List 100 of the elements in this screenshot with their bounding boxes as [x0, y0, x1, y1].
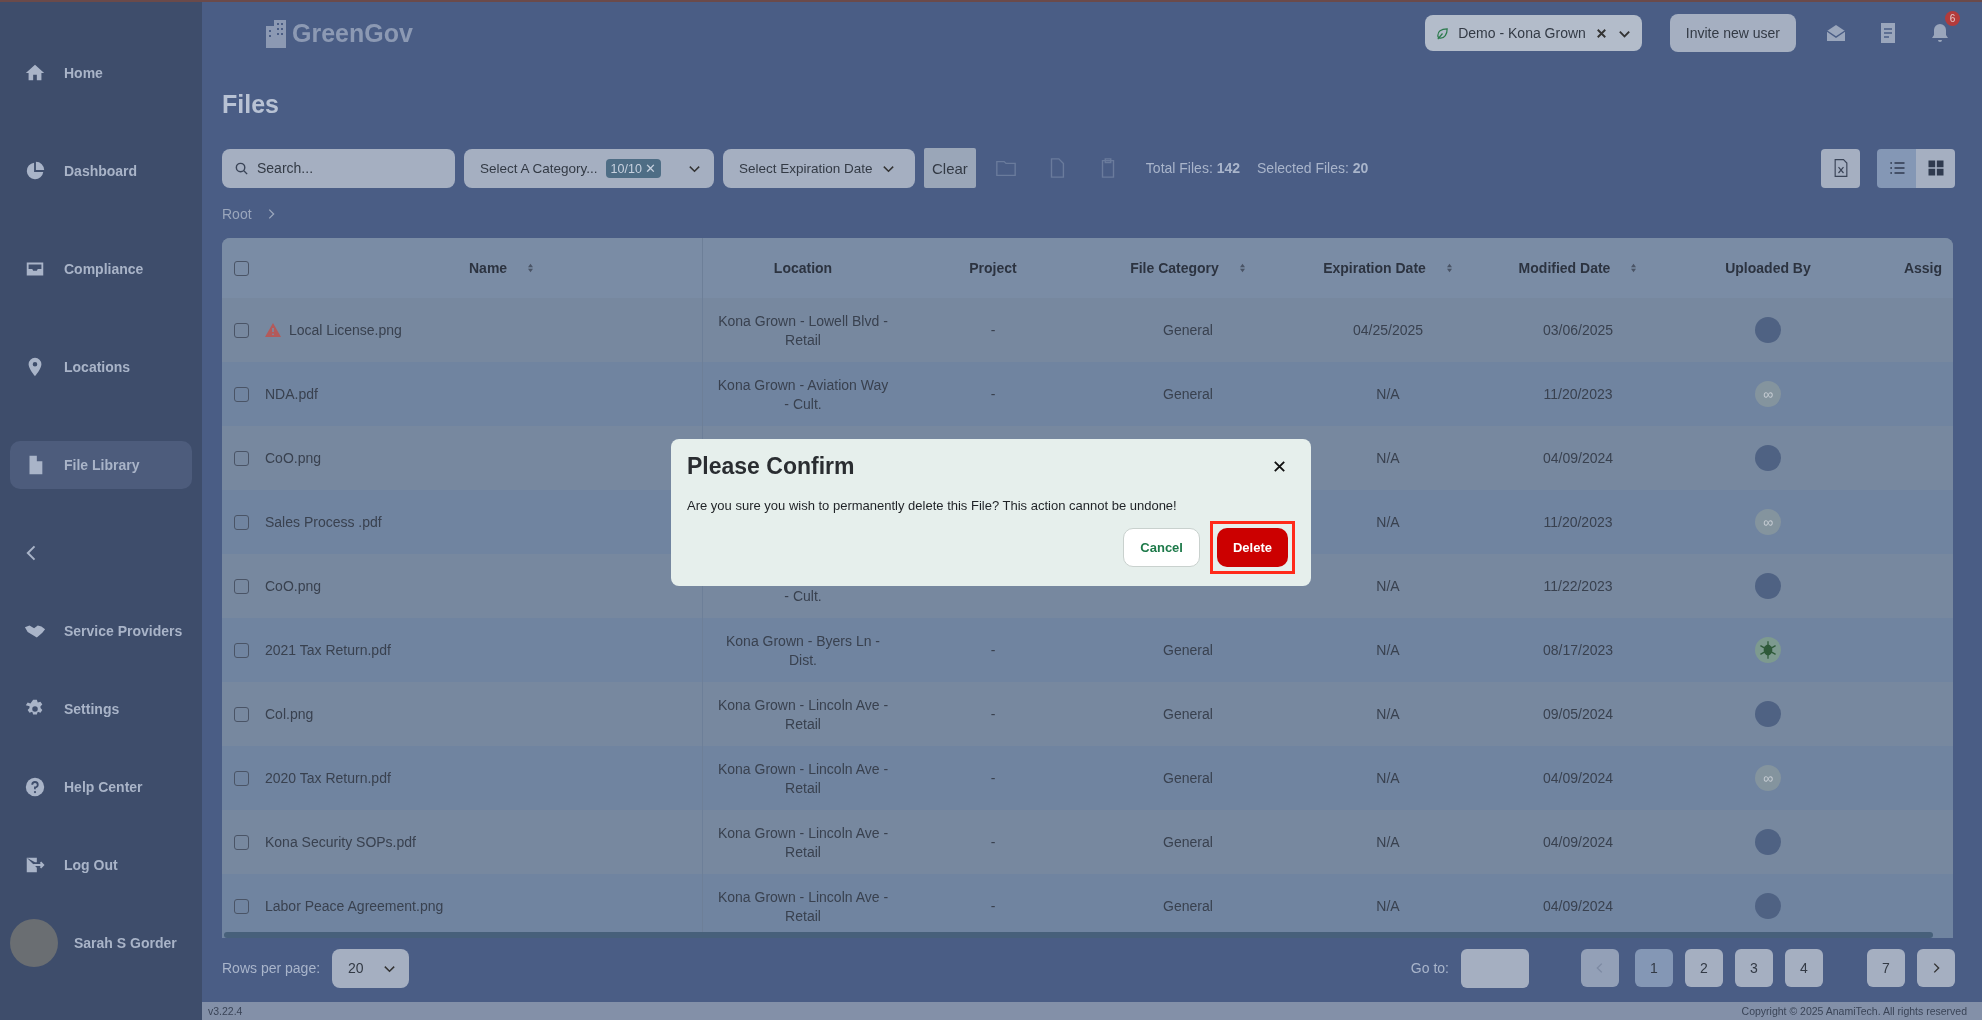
row-checkbox[interactable] [234, 834, 249, 850]
row-checkbox[interactable] [234, 770, 249, 786]
column-header[interactable]: Assig [1903, 260, 1943, 276]
go-to-label: Go to: [1410, 960, 1449, 976]
avatar [1755, 445, 1781, 471]
filter-chip[interactable]: 10/10 ✕ [605, 158, 662, 178]
file-name[interactable]: Local License.png [289, 322, 402, 338]
expiration-date: N/A [1376, 706, 1400, 722]
sidebar-item[interactable]: Dashboard [10, 147, 192, 195]
sidebar-item[interactable]: Compliance [10, 245, 192, 293]
page-title: Files [222, 90, 280, 120]
go-to-field[interactable] [1461, 948, 1529, 988]
help-icon [24, 776, 46, 798]
category-select[interactable]: Select A Category... 10/10 ✕ [464, 148, 714, 188]
project-text: - [990, 898, 996, 914]
avatar [1755, 701, 1781, 727]
row-checkbox[interactable] [234, 386, 249, 402]
file-name[interactable]: CoO.png [265, 450, 322, 466]
dialog-title: Please Confirm [687, 452, 855, 480]
row-checkbox[interactable] [234, 898, 249, 914]
avatar: ∞ [1755, 509, 1781, 535]
page-button[interactable]: 2 [1685, 949, 1723, 987]
row-checkbox[interactable] [234, 642, 249, 658]
rows-per-page-select[interactable]: 20 [332, 948, 409, 988]
row-checkbox[interactable] [234, 578, 249, 594]
search-field[interactable]: Search... [222, 148, 455, 188]
delete-button[interactable]: Delete [1216, 527, 1288, 567]
file-name[interactable]: Col.png [265, 706, 314, 722]
category-text: General [1163, 834, 1213, 850]
file-name[interactable]: Labor Peace Agreement.png [265, 898, 444, 914]
total-files-text: Total Files: 142 [1145, 160, 1241, 176]
column-header[interactable]: Location [773, 260, 833, 276]
expiration-date: N/A [1376, 578, 1400, 594]
row-checkbox[interactable] [234, 322, 249, 338]
sort-icon[interactable] [1445, 263, 1453, 273]
file-name[interactable]: CoO.png [265, 578, 322, 594]
column-header[interactable]: Name [469, 260, 508, 276]
location-text: Kona Grown - Lincoln Ave - [717, 696, 889, 713]
file-name[interactable]: 2020 Tax Return.pdf [265, 770, 391, 786]
location-text: Kona Grown - Aviation Way [717, 376, 889, 393]
file-name[interactable]: 2021 Tax Return.pdf [265, 642, 391, 658]
location-text: - Cult. [784, 395, 822, 412]
sidebar-item[interactable]: File Library [10, 441, 192, 489]
column-header[interactable]: Uploaded By [1725, 260, 1811, 276]
sort-icon[interactable] [1630, 263, 1638, 273]
clear-button[interactable]: Clear [924, 148, 976, 188]
modified-date: 03/06/2025 [1542, 322, 1614, 338]
select-all-checkbox[interactable] [234, 260, 249, 276]
file-name[interactable]: NDA.pdf [265, 386, 318, 402]
expiration-date: N/A [1376, 642, 1400, 658]
modified-date: 04/09/2024 [1542, 834, 1614, 850]
list-view-button[interactable] [1877, 148, 1916, 188]
location-text: Dist. [789, 651, 817, 668]
sidebar-item[interactable]: Log Out [10, 841, 192, 889]
modified-date: 11/20/2023 [1543, 386, 1613, 402]
previous-page-button[interactable] [1581, 949, 1619, 987]
sidebar-item[interactable]: Settings [10, 685, 192, 733]
modified-date: 04/09/2024 [1542, 770, 1614, 786]
rows-per-page-label: Rows per page: [222, 960, 321, 976]
location-text: Retail [785, 907, 821, 924]
file-name[interactable]: Kona Security SOPs.pdf [265, 834, 416, 850]
project-text: - [990, 386, 996, 402]
page-button[interactable]: 3 [1735, 949, 1773, 987]
sidebar-item[interactable]: Locations [10, 343, 192, 391]
next-page-button[interactable] [1917, 949, 1955, 987]
location-text: Retail [785, 331, 821, 348]
breadcrumb-link[interactable]: Root [222, 206, 252, 222]
grid-view-button[interactable] [1916, 148, 1955, 188]
invite-user-button[interactable]: Invite new user [1669, 14, 1796, 52]
sidebar-item[interactable]: Help Center [10, 763, 192, 811]
sidebar-item[interactable]: Service Providers [10, 607, 192, 655]
dialog-message: Are you sure you wish to permanently delete this File? This action cannot be undone! [687, 497, 1178, 513]
expiration-select[interactable]: Select Expiration Date [723, 148, 915, 188]
export-button[interactable] [1821, 148, 1860, 188]
category-text: General [1163, 706, 1213, 722]
avatar: ∞ [1755, 765, 1781, 791]
cancel-button[interactable]: Cancel [1123, 527, 1200, 567]
file-name[interactable]: Sales Process .pdf [265, 514, 382, 530]
page-button[interactable]: 4 [1785, 949, 1823, 987]
close-icon[interactable] [1272, 458, 1287, 474]
modified-date: 11/22/2023 [1543, 578, 1613, 594]
row-checkbox[interactable] [234, 706, 249, 722]
column-header[interactable]: Modified Date [1518, 260, 1611, 276]
column-header[interactable]: Expiration Date [1323, 260, 1426, 276]
user-name: Sarah S Gorder [74, 935, 177, 951]
sidebar-item[interactable]: Home [10, 49, 192, 97]
expiration-date: N/A [1376, 450, 1400, 466]
location-text: Kona Grown - Byers Ln - [725, 632, 881, 649]
page-button[interactable]: 1 [1635, 949, 1673, 987]
expiration-date: N/A [1376, 834, 1400, 850]
row-checkbox[interactable] [234, 514, 249, 530]
column-header[interactable]: File Category [1130, 260, 1219, 276]
row-checkbox[interactable] [234, 450, 249, 466]
sort-icon[interactable] [527, 263, 535, 273]
organization-select[interactable]: Demo - Kona Grown [1425, 15, 1642, 51]
column-header[interactable]: Project [969, 260, 1017, 276]
category-text: General [1163, 322, 1213, 338]
page-button[interactable]: 7 [1867, 949, 1905, 987]
sort-icon[interactable] [1238, 263, 1246, 273]
modified-date: 11/20/2023 [1543, 514, 1613, 530]
